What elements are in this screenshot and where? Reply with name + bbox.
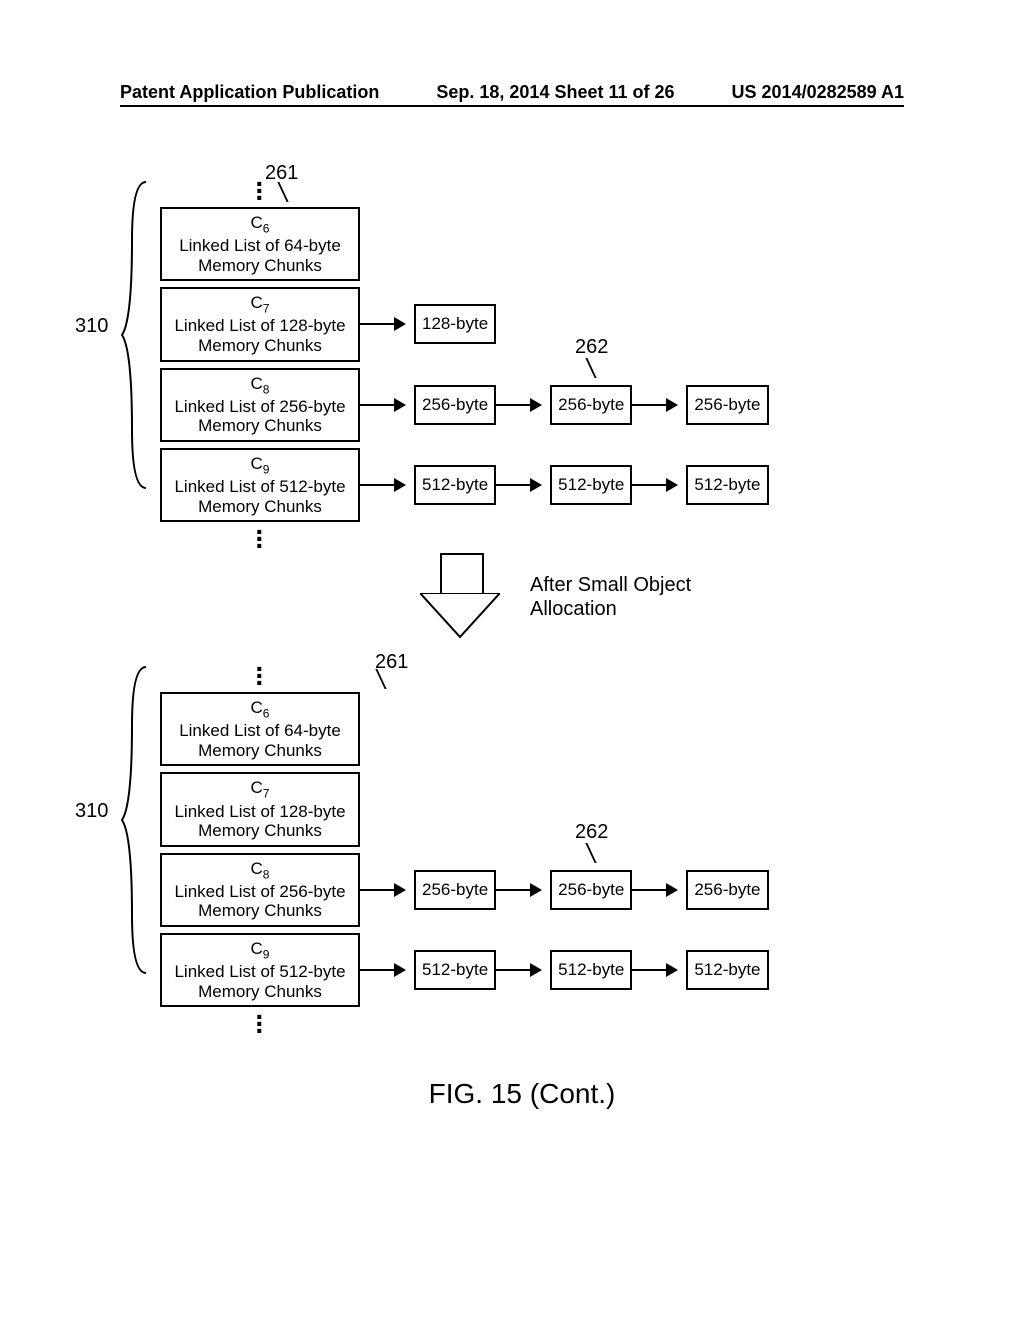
chunk-512: 512-byte [550,950,632,990]
arrow-icon [360,963,406,977]
c7-sub: 7 [263,302,270,316]
dots-bot-2: ··· [160,1013,360,1034]
c6-sub: 6 [263,221,270,235]
c8-line: Linked List of 256-byte Memory Chunks [174,397,345,436]
brace-icon [120,180,148,490]
c7-c: C [251,293,263,312]
listbox-c6: C6 Linked List of 64-byte Memory Chunks [160,692,360,766]
header-center: Sep. 18, 2014 Sheet 11 of 26 [436,82,674,103]
chunk-256: 256-byte [414,385,496,425]
listbox-c6: C6 Linked List of 64-byte Memory Chunks [160,207,360,281]
chunk-512: 512-byte [550,465,632,505]
transition-label: After Small Object Allocation [530,573,691,621]
c7-c: C [251,778,263,797]
row-c9-top: C9 Linked List of 512-byte Memory Chunks… [160,448,924,522]
chunk-512: 512-byte [414,950,496,990]
arrow-icon [632,478,678,492]
arrow-icon [360,883,406,897]
diagram-after: 310 261 ··· C6 Linked List of 64-byte Me… [120,665,924,1046]
header-left: Patent Application Publication [120,82,379,103]
listbox-c7: C7 Linked List of 128-byte Memory Chunks [160,772,360,846]
ref-310-bottom: 310 [75,800,108,823]
arrow-icon [360,478,406,492]
chunk-256: 256-byte [550,385,632,425]
page-header: Patent Application Publication Sep. 18, … [120,82,904,107]
row-c8-bot: C8 Linked List of 256-byte Memory Chunks… [160,853,924,927]
arrow-icon [496,883,542,897]
c6-c: C [251,698,263,717]
chunk-128: 128-byte [414,304,496,344]
header-right: US 2014/0282589 A1 [732,82,904,103]
trans-line2: Allocation [530,598,617,620]
c8-sub: 8 [263,867,270,881]
arrow-icon [632,883,678,897]
page: Patent Application Publication Sep. 18, … [0,0,1024,1320]
arrow-icon [360,317,406,331]
c8-c: C [251,859,263,878]
arrow-icon [632,963,678,977]
c8-line: Linked List of 256-byte Memory Chunks [174,882,345,921]
transition: After Small Object Allocation [420,553,924,673]
figure-region: 310 261 ··· C6 Linked List of 64-byte Me… [120,180,924,1110]
row-c6-top: C6 Linked List of 64-byte Memory Chunks [160,207,924,281]
listbox-c8: C8 Linked List of 256-byte Memory Chunks [160,853,360,927]
c9-c: C [251,454,263,473]
c9-sub: 9 [263,462,270,476]
chunk-256: 256-byte [414,870,496,910]
brace-icon [120,665,148,975]
listbox-c9: C9 Linked List of 512-byte Memory Chunks [160,448,360,522]
listbox-c8: C8 Linked List of 256-byte Memory Chunks [160,368,360,442]
c7-line: Linked List of 128-byte Memory Chunks [174,316,345,355]
arrow-icon [360,398,406,412]
diagram-before: 310 261 ··· C6 Linked List of 64-byte Me… [120,180,924,561]
dots-top-2: ··· [160,528,360,549]
row-c7-bot: C7 Linked List of 128-byte Memory Chunks [160,772,924,846]
c8-sub: 8 [263,382,270,396]
ref-310-top: 310 [75,315,108,338]
figure-caption: FIG. 15 (Cont.) [120,1078,924,1110]
ref-262-label: 262 [575,336,608,359]
dots-top-1: ··· [160,180,360,201]
c7-sub: 7 [263,787,270,801]
c8-c: C [251,374,263,393]
ref-262-label: 262 [575,821,608,844]
listbox-c9: C9 Linked List of 512-byte Memory Chunks [160,933,360,1007]
arrow-icon [496,963,542,977]
listbox-c7: C7 Linked List of 128-byte Memory Chunks [160,287,360,361]
arrow-icon [496,478,542,492]
chunk-256: 256-byte [686,870,768,910]
c6-c: C [251,213,263,232]
chunk-512: 512-byte [414,465,496,505]
dots-bot-1: ··· [160,665,360,686]
c9-line: Linked List of 512-byte Memory Chunks [174,477,345,516]
down-arrow-icon [420,553,500,638]
c9-line: Linked List of 512-byte Memory Chunks [174,962,345,1001]
arrow-icon [632,398,678,412]
c6-line: Linked List of 64-byte Memory Chunks [179,236,341,275]
row-c9-bot: C9 Linked List of 512-byte Memory Chunks… [160,933,924,1007]
row-c7-top: C7 Linked List of 128-byte Memory Chunks… [160,287,924,361]
chunk-512: 512-byte [686,465,768,505]
c9-sub: 9 [263,947,270,961]
chunk-256: 256-byte [686,385,768,425]
row-c8-top: C8 Linked List of 256-byte Memory Chunks… [160,368,924,442]
chunk-512: 512-byte [686,950,768,990]
c7-line: Linked List of 128-byte Memory Chunks [174,802,345,841]
c9-c: C [251,939,263,958]
c6-line: Linked List of 64-byte Memory Chunks [179,721,341,760]
arrow-icon [496,398,542,412]
c6-sub: 6 [263,707,270,721]
row-c6-bot: C6 Linked List of 64-byte Memory Chunks [160,692,924,766]
trans-line1: After Small Object [530,574,691,596]
chunk-256: 256-byte [550,870,632,910]
